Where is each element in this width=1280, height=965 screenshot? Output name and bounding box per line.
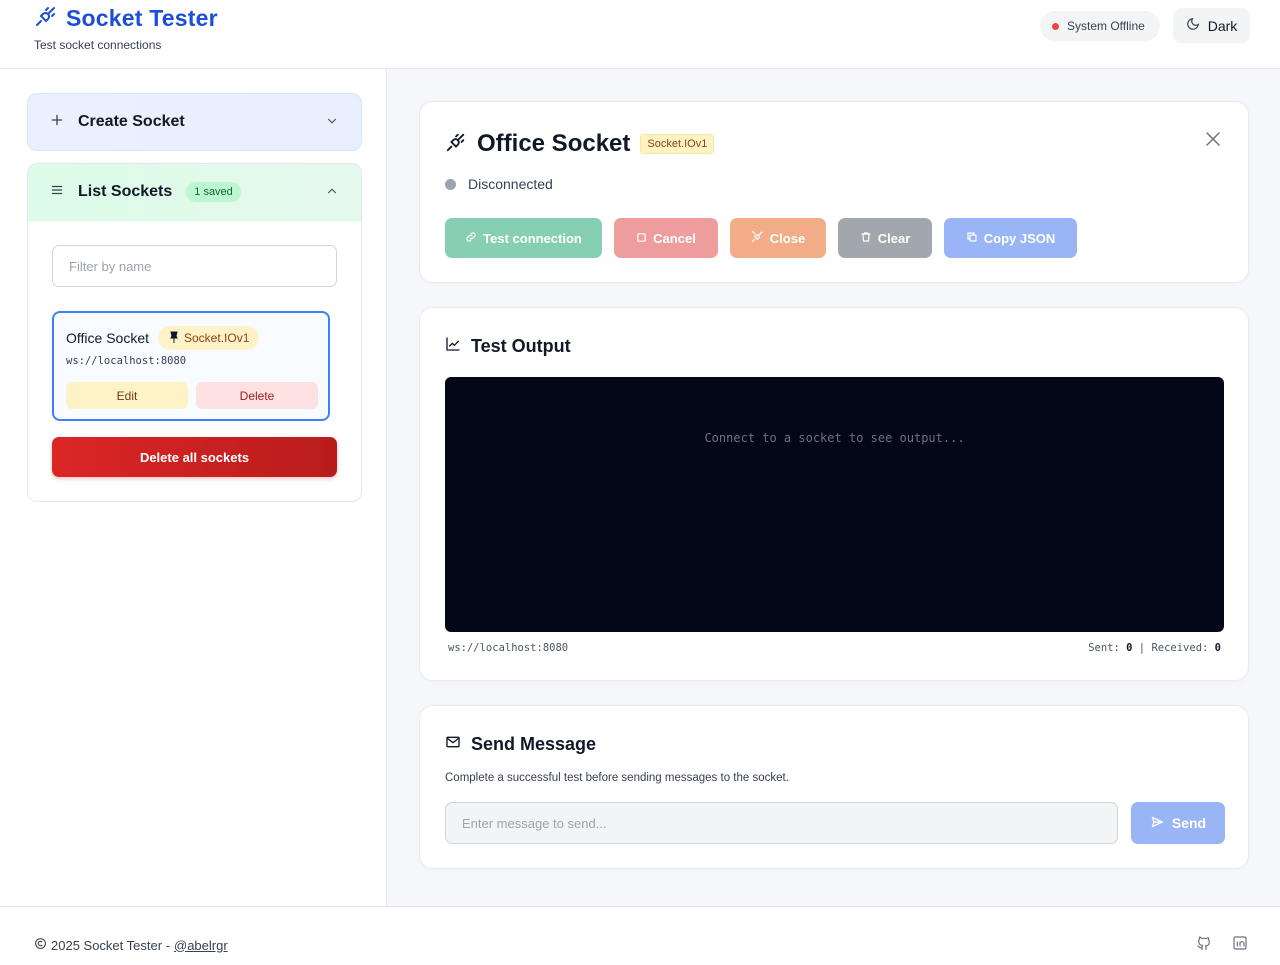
close-panel-icon[interactable] — [1204, 130, 1222, 153]
moon-icon — [1186, 17, 1200, 34]
list-sockets-accordion: List Sockets 1 saved Office Socket Socke… — [27, 163, 362, 502]
socket-detail-panel: Office Socket Socket.IOv1 Disconnected T… — [419, 101, 1249, 283]
unplug-icon — [751, 230, 764, 246]
chevron-up-icon — [325, 184, 339, 203]
saved-count-badge: 1 saved — [186, 182, 241, 202]
github-icon[interactable] — [1196, 935, 1212, 956]
sent-count: 0 — [1126, 642, 1133, 654]
app-subtitle: Test socket connections — [34, 38, 162, 52]
list-icon — [50, 183, 64, 202]
copyright-icon — [34, 937, 47, 953]
square-icon — [636, 231, 647, 246]
list-sockets-label: List Sockets — [78, 183, 173, 200]
socket-type-badge: Socket.IOv1 — [158, 326, 260, 350]
send-message-panel: Send Message Complete a successful test … — [419, 705, 1249, 869]
socket-type-label: Socket.IOv1 — [184, 331, 250, 345]
socket-item-url: ws://localhost:8080 — [66, 355, 187, 367]
delete-socket-button[interactable]: Delete — [196, 382, 318, 409]
socket-list-item[interactable]: Office Socket Socket.IOv1 ws://localhost… — [52, 311, 330, 421]
output-placeholder: Connect to a socket to see output... — [704, 431, 965, 445]
output-url: ws://localhost:8080 — [448, 642, 569, 654]
create-socket-accordion[interactable]: Create Socket — [27, 93, 362, 151]
message-input[interactable] — [445, 802, 1118, 844]
trash-icon — [860, 231, 872, 246]
plus-icon — [50, 113, 64, 132]
clear-output-button[interactable]: Clear — [838, 218, 932, 258]
edit-socket-button[interactable]: Edit — [66, 382, 188, 409]
delete-all-sockets-button[interactable]: Delete all sockets — [52, 437, 337, 477]
send-message-title: Send Message — [471, 734, 597, 754]
socket-title-row: Office Socket Socket.IOv1 — [445, 130, 715, 158]
plug-icon — [445, 131, 467, 158]
linkedin-icon[interactable] — [1232, 935, 1248, 956]
send-message-title-row: Send Message — [445, 734, 596, 755]
test-output-panel: Test Output Connect to a socket to see o… — [419, 307, 1249, 681]
close-connection-label: Close — [769, 230, 806, 246]
message-counters: Sent: 0 | Received: 0 — [1088, 642, 1221, 654]
socket-item-name: Office Socket — [66, 330, 150, 346]
socket-title: Office Socket — [477, 130, 631, 157]
social-links — [1196, 935, 1248, 956]
counter-separator: | — [1138, 642, 1152, 654]
send-button[interactable]: Send — [1131, 802, 1225, 844]
pin-icon — [170, 331, 178, 346]
send-message-description: Complete a successful test before sendin… — [445, 772, 789, 784]
send-icon — [1150, 815, 1164, 832]
cancel-label: Cancel — [653, 230, 696, 246]
list-sockets-header[interactable]: List Sockets 1 saved — [28, 164, 361, 221]
output-terminal[interactable]: Connect to a socket to see output... — [445, 377, 1224, 632]
copyright-text: 2025 Socket Tester - — [51, 937, 170, 953]
connection-status: Disconnected — [445, 176, 553, 192]
footer: 2025 Socket Tester - @abelrgr — [0, 906, 1280, 965]
test-output-title-row: Test Output — [445, 336, 571, 357]
send-label: Send — [1171, 815, 1207, 831]
copyright: 2025 Socket Tester - @abelrgr — [34, 937, 228, 953]
theme-toggle-button[interactable]: Dark — [1173, 8, 1250, 43]
test-connection-label: Test connection — [483, 230, 582, 246]
brand: Socket Tester — [34, 4, 218, 33]
system-status-badge: System Offline — [1040, 11, 1160, 41]
author-link[interactable]: @abelrgr — [174, 938, 228, 953]
socket-actions: Test connection Cancel Close Clear Copy … — [445, 218, 1077, 258]
socket-type-badge: Socket.IOv1 — [640, 134, 715, 154]
connection-status-label: Disconnected — [468, 176, 553, 192]
copy-icon — [966, 231, 978, 246]
create-socket-label: Create Socket — [78, 113, 185, 130]
app-title: Socket Tester — [66, 5, 218, 31]
clear-output-label: Clear — [877, 230, 911, 246]
filter-input[interactable] — [52, 245, 337, 287]
cancel-button[interactable]: Cancel — [614, 218, 718, 258]
theme-toggle-label: Dark — [1207, 17, 1238, 34]
sent-label: Sent: — [1088, 642, 1120, 654]
mail-icon — [445, 734, 461, 755]
chart-line-icon — [445, 336, 461, 357]
close-connection-button[interactable]: Close — [730, 218, 826, 258]
test-output-title: Test Output — [471, 336, 571, 356]
received-label: Received: — [1151, 642, 1209, 654]
app-header: Socket Tester Test socket connections Sy… — [0, 0, 1280, 69]
system-status-label: System Offline — [1067, 19, 1145, 33]
plug-icon — [34, 4, 58, 33]
copy-json-label: Copy JSON — [983, 230, 1056, 246]
status-dot-icon — [445, 178, 456, 190]
received-count: 0 — [1214, 642, 1221, 654]
status-dot-icon — [1052, 22, 1059, 30]
copy-json-button[interactable]: Copy JSON — [944, 218, 1077, 258]
chevron-down-icon — [325, 114, 339, 133]
sidebar: Create Socket List Sockets 1 saved Offic… — [0, 69, 387, 907]
create-socket-header[interactable]: Create Socket — [28, 94, 361, 150]
link-icon — [465, 231, 477, 246]
test-connection-button[interactable]: Test connection — [445, 218, 602, 258]
